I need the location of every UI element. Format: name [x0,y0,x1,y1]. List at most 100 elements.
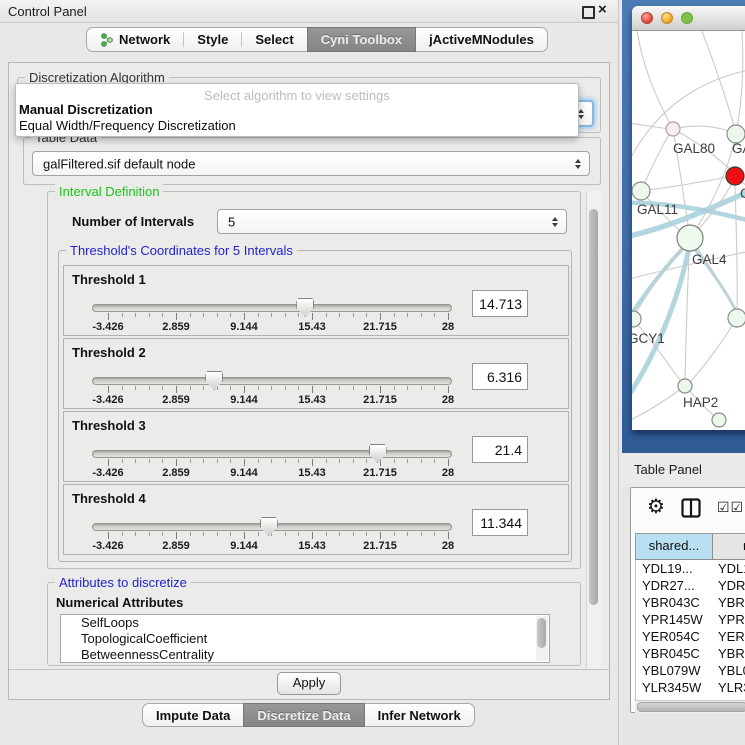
network-view-window: GAL80GACGAL11GAL4GCY1HHAP2 [632,6,745,430]
table-row[interactable]: YBR043CYBR0 [636,594,745,611]
popup-item-equal-width-frequency[interactable]: Equal Width/Frequency Discretization [19,118,575,133]
numerical-attributes-list[interactable]: SelfLoopsTopologicalCoefficientBetweenne… [60,614,550,663]
attributes-group-title: Attributes to discretize [55,575,191,590]
tab-jactivemnodules[interactable]: jActiveMNodules [416,32,547,47]
thresholds-group: Threshold's Coordinates for 5 Intervals … [58,250,572,562]
checkbox-icons[interactable]: ☑☑ [717,499,744,516]
network-node[interactable] [726,167,744,185]
bottom-tab-bar: Impute Data Discretize Data Infer Networ… [142,703,475,727]
tab-network[interactable]: Network [87,32,183,47]
close-icon[interactable]: × [598,1,607,18]
threshold-4-box: Threshold 4 11.344 -3.4262.8599.14415.43… [63,484,569,555]
cell-name[interactable]: YPR1 [716,611,745,628]
algorithm-hint: Select algorithm to view settings [16,88,578,103]
table-row[interactable]: YDL19...YDL1 [636,560,745,577]
bottom-tab-segment-right: Infer Network [365,703,475,727]
cell-name[interactable]: YLR3 [716,679,745,696]
bottom-tab-segment-selected: Discretize Data [243,703,364,727]
attributes-scrollbar[interactable] [536,616,548,661]
column-layout-icon[interactable] [681,498,701,518]
close-traffic-light-icon[interactable] [641,12,653,24]
network-node[interactable] [666,122,680,136]
tab-style[interactable]: Style [183,32,241,47]
network-canvas[interactable]: GAL80GACGAL11GAL4GCY1HHAP2 [632,31,745,430]
cell-name[interactable]: YBL0 [716,662,745,679]
table-row[interactable]: YPR145WYPR1 [636,611,745,628]
table-row[interactable]: YLR345WYLR3 [636,679,745,696]
threshold-1-value-field[interactable]: 14.713 [472,290,528,317]
tick-label: -3.426 [92,467,123,479]
cell-shared-name[interactable]: YLR345W [636,679,716,696]
popup-item-manual-discretization[interactable]: Manual Discretization [19,102,575,117]
threshold-3-value-field[interactable]: 21.4 [472,436,528,463]
threshold-2-value-field[interactable]: 6.316 [472,363,528,390]
tick-label: 21.715 [363,467,397,479]
slider-ticks [108,459,448,467]
cell-shared-name[interactable]: YPR145W [636,611,716,628]
attribute-list-item[interactable]: SelfLoops [61,615,549,631]
tick-label: 2.859 [162,467,190,479]
cell-shared-name[interactable]: YBR043C [636,594,716,611]
scrollbar-thumb[interactable] [637,702,745,712]
cell-name[interactable]: YDR2 [716,577,745,594]
network-window-titlebar [632,6,745,31]
control-panel-titlebar: Control Panel × [0,0,618,23]
threshold-4-value-field[interactable]: 11.344 [472,509,528,536]
slider-tick-labels: -3.4262.8599.14415.4321.71528 [108,321,448,333]
cell-name[interactable]: YER0 [716,628,745,645]
scrollbar-thumb[interactable] [589,209,598,605]
cell-shared-name[interactable]: YBL079W [636,662,716,679]
gear-icon[interactable]: ⚙ [647,496,665,518]
column-header-shared[interactable]: shared... [635,534,713,559]
float-window-icon[interactable] [582,6,595,19]
network-node[interactable] [712,413,726,427]
minimize-traffic-light-icon[interactable] [661,12,673,24]
threshold-4-label: Threshold 4 [72,491,146,506]
desktop-background: GAL80GACGAL11GAL4GCY1HHAP2 [622,0,745,453]
tick-label: 9.144 [230,394,258,406]
tab-cyni-toolbox[interactable]: Cyni Toolbox [308,32,415,47]
numerical-attributes-heading: Numerical Attributes [56,595,183,610]
attribute-list-item[interactable]: BetweennessCentrality [61,647,549,663]
attribute-list-item[interactable]: TopologicalCoefficient [61,631,549,647]
network-node[interactable] [728,309,745,327]
table-row[interactable]: YDR27...YDR2 [636,577,745,594]
tab-infer-network[interactable]: Infer Network [365,708,474,723]
interval-definition-group: Interval Definition Number of Intervals … [47,191,581,569]
cell-shared-name[interactable]: YDL19... [636,560,716,577]
slider-track[interactable] [92,304,452,312]
network-node[interactable] [632,311,641,327]
network-node[interactable] [632,182,650,200]
slider-ticks [108,313,448,321]
cell-name[interactable]: YBR0 [716,594,745,611]
network-node[interactable] [677,225,703,251]
tick-label: 21.715 [363,540,397,552]
cell-shared-name[interactable]: YBR045C [636,645,716,662]
tab-impute-data[interactable]: Impute Data [143,708,243,723]
table-horizontal-scrollbar[interactable] [635,700,745,713]
table-row[interactable]: YBR045CYBR0 [636,645,745,662]
cell-name[interactable]: YDL1 [716,560,745,577]
number-of-intervals-combobox[interactable]: 5 [217,209,567,234]
slider-track[interactable] [92,377,452,385]
cell-shared-name[interactable]: YDR27... [636,577,716,594]
table-data-combobox[interactable]: galFiltered.sif default node [32,151,590,176]
cell-name[interactable]: YBR0 [716,645,745,662]
column-header-name[interactable]: na [713,534,745,559]
apply-button[interactable]: Apply [277,672,341,695]
network-node-label: GAL11 [637,202,678,217]
network-node-label: GAL80 [673,141,715,156]
threshold-3-box: Threshold 3 21.4 -3.4262.8599.14415.4321… [63,411,569,482]
network-node-label: HAP2 [683,395,718,410]
tick-label: 9.144 [230,321,258,333]
slider-track[interactable] [92,450,452,458]
network-node[interactable] [678,379,692,393]
table-row[interactable]: YER054CYER0 [636,628,745,645]
zoom-traffic-light-icon[interactable] [681,12,693,24]
tab-segment-left: Network Style Select [86,27,307,52]
cell-shared-name[interactable]: YER054C [636,628,716,645]
settings-scrollbar[interactable] [586,191,601,669]
tab-select[interactable]: Select [241,32,306,47]
table-row[interactable]: YBL079WYBL0 [636,662,745,679]
tab-discretize-data[interactable]: Discretize Data [244,708,363,723]
